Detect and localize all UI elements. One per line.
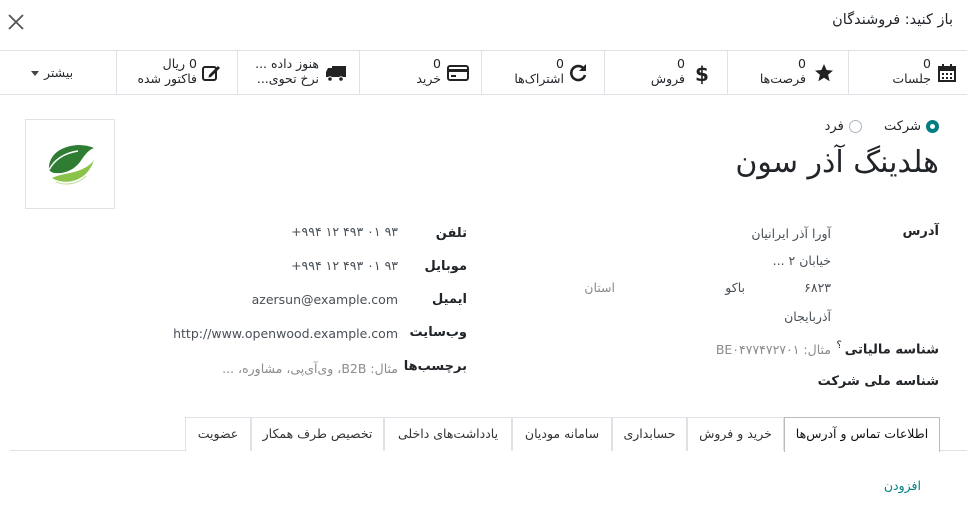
company-type-radio-group: شرکت فرد bbox=[819, 119, 939, 137]
website-field[interactable]: http://www.openwood.example.com bbox=[173, 326, 398, 341]
email-field[interactable]: azersun@example.com bbox=[252, 292, 398, 307]
email-label: ایمیل bbox=[432, 292, 467, 307]
smart-button-bar: 0 جلسات 0 فرصت‌ها $ 0 فروش 0 اشتراک‌ها bbox=[0, 50, 967, 95]
caret-down-icon bbox=[31, 71, 39, 76]
radio-dot-selected bbox=[926, 120, 939, 133]
dollar-icon: $ bbox=[691, 62, 713, 86]
close-icon[interactable] bbox=[6, 9, 28, 35]
notebook-tabs: اطلاعات تماس و آدرس‌ها خرید و فروش حسابد… bbox=[10, 417, 967, 452]
partner-name-field[interactable]: هلدینگ آذر سون bbox=[735, 145, 939, 180]
tab-contacts-addresses[interactable]: اطلاعات تماس و آدرس‌ها bbox=[784, 417, 940, 452]
address-label: آدرس bbox=[902, 224, 939, 239]
more-label: بیشتر bbox=[44, 65, 74, 80]
company-registry-label: شناسه ملی شرکت bbox=[817, 374, 939, 389]
on-time-rate-button[interactable]: هنوز داده ... نرخ تحوی... bbox=[237, 51, 359, 95]
tab-internal-notes[interactable]: یادداشت‌های داخلی bbox=[384, 417, 512, 451]
radio-individual-label: فرد bbox=[824, 119, 844, 134]
svg-text:$: $ bbox=[695, 63, 709, 85]
refresh-icon bbox=[568, 63, 590, 85]
sales-label: فروش bbox=[650, 71, 685, 86]
opportunities-label: فرصت‌ها bbox=[759, 71, 806, 86]
on-time-rate-label: نرخ تحوی... bbox=[256, 71, 319, 86]
subscriptions-count: 0 bbox=[556, 56, 564, 71]
radio-company[interactable]: شرکت bbox=[884, 119, 939, 134]
tax-id-label: شناسه مالیاتی؟ bbox=[836, 340, 939, 357]
phone-label: تلفن bbox=[435, 226, 467, 241]
opportunities-button[interactable]: 0 فرصت‌ها bbox=[727, 51, 848, 95]
tax-id-help-icon[interactable]: ؟ bbox=[836, 340, 841, 351]
partner-logo[interactable] bbox=[25, 119, 115, 209]
street2-field[interactable]: خیابان ۲ ... bbox=[773, 253, 831, 268]
tab-moadian-system[interactable]: سامانه مودیان bbox=[512, 417, 612, 451]
truck-icon bbox=[325, 63, 347, 85]
invoiced-label: فاکتور شده bbox=[137, 71, 197, 86]
star-icon bbox=[814, 63, 836, 85]
opportunities-count: 0 bbox=[798, 56, 806, 71]
street-field[interactable]: آورا آذر ایرانیان bbox=[751, 226, 831, 241]
edit-icon bbox=[201, 63, 223, 85]
subscriptions-button[interactable]: 0 اشتراک‌ها bbox=[481, 51, 604, 95]
tab-partner-assignment[interactable]: تخصیص طرف همکار bbox=[251, 417, 384, 451]
purchases-button[interactable]: 0 خرید bbox=[359, 51, 481, 95]
on-time-rate-value: هنوز داده ... bbox=[255, 56, 319, 71]
credit-card-icon bbox=[447, 63, 469, 85]
tab-sales-purchase[interactable]: خرید و فروش bbox=[687, 417, 784, 451]
calendar-icon bbox=[937, 63, 959, 85]
mobile-label: موبایل bbox=[424, 259, 467, 274]
city-field[interactable]: باکو bbox=[725, 280, 745, 295]
tags-label: برچسب‌ها bbox=[403, 359, 467, 374]
tab-membership[interactable]: عضویت bbox=[185, 417, 251, 451]
purchases-label: خرید bbox=[416, 71, 441, 86]
tab-accounting[interactable]: حسابداری bbox=[612, 417, 687, 451]
more-dropdown[interactable]: بیشتر bbox=[0, 51, 116, 95]
invoiced-amount: 0 ریال bbox=[162, 56, 197, 71]
meetings-button[interactable]: 0 جلسات bbox=[848, 51, 967, 95]
radio-company-label: شرکت bbox=[883, 119, 921, 134]
dialog-title: باز کنید: فروشندگان bbox=[832, 12, 953, 28]
dialog-header: باز کنید: فروشندگان bbox=[0, 0, 967, 46]
sales-button[interactable]: $ 0 فروش bbox=[604, 51, 727, 95]
meetings-label: جلسات bbox=[892, 71, 931, 86]
subscriptions-label: اشتراک‌ها bbox=[514, 71, 564, 86]
sales-count: 0 bbox=[677, 56, 685, 71]
tags-field[interactable]: مثال: B2B، وی‌آی‌پی، مشاوره، ... bbox=[222, 361, 398, 376]
mobile-field[interactable]: +۹۹۴ ۱۲ ۴۹۳ ۰۱ ۹۳ bbox=[291, 258, 398, 273]
invoiced-button[interactable]: 0 ریال فاکتور شده bbox=[116, 51, 237, 95]
radio-individual[interactable]: فرد bbox=[825, 119, 862, 134]
meetings-count: 0 bbox=[923, 56, 931, 71]
website-label: وب‌سایت bbox=[409, 325, 467, 340]
country-field[interactable]: آذربایجان bbox=[784, 309, 831, 324]
purchases-count: 0 bbox=[433, 56, 441, 71]
add-contact-button[interactable]: افزودن bbox=[884, 478, 921, 493]
zip-field[interactable]: ۶۸۲۳ bbox=[804, 280, 831, 295]
state-field[interactable]: استان bbox=[584, 280, 615, 295]
tax-id-label-text: شناسه مالیاتی bbox=[844, 342, 939, 358]
radio-dot bbox=[848, 120, 862, 133]
phone-field[interactable]: +۹۹۴ ۱۲ ۴۹۳ ۰۱ ۹۳ bbox=[291, 224, 398, 239]
tax-id-field[interactable]: مثال: BE۰۴۷۷۴۷۲۷۰۱ bbox=[716, 342, 831, 357]
